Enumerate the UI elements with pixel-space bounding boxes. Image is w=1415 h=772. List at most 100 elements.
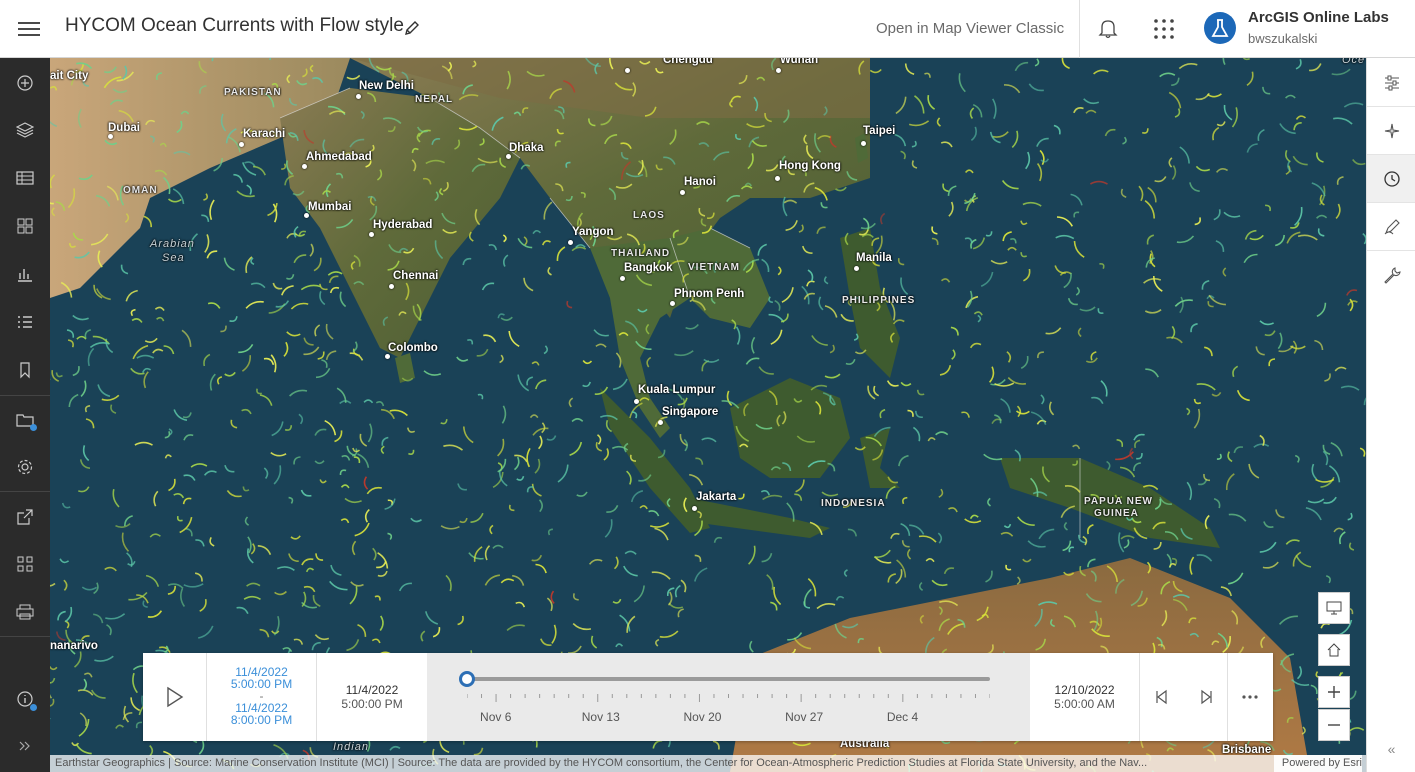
app-root: HYCOM Ocean Currents with Flow style Ope… [0, 0, 1415, 772]
chart-icon[interactable] [0, 251, 50, 297]
zoom-in-button[interactable] [1318, 676, 1350, 708]
city-dot [775, 176, 780, 181]
country-label: PHILIPPINES [842, 295, 916, 306]
city-label: New Delhi [359, 80, 414, 92]
settings-icon[interactable] [0, 444, 50, 490]
city-dot [625, 68, 630, 73]
expand-icon[interactable] [0, 723, 50, 769]
basemap-icon[interactable] [0, 203, 50, 249]
city-label: Hyderabad [373, 219, 433, 231]
city-dot [389, 284, 394, 289]
toolbar-divider [0, 491, 50, 492]
sea-label: Sea [162, 252, 185, 264]
city-label: Hanoi [684, 176, 716, 188]
time-icon[interactable] [1367, 155, 1415, 202]
country-label: NEPAL [415, 94, 454, 105]
country-label: PAKISTAN [224, 87, 282, 98]
country-label: GUINEA [1094, 508, 1139, 519]
next-button[interactable] [1184, 653, 1228, 741]
city-label: Hong Kong [779, 160, 841, 172]
open-classic-link[interactable]: Open in Map Viewer Classic [876, 20, 1064, 37]
city-dot [776, 68, 781, 73]
avatar[interactable] [1204, 12, 1236, 44]
more-options-button[interactable] [1228, 653, 1272, 741]
slider-start: 11/4/2022 5:00:00 PM [317, 653, 427, 741]
collapse-icon[interactable]: « [1367, 734, 1415, 764]
map-view[interactable]: ait City Dubai PAKISTAN Karachi OMAN New… [50, 58, 1366, 772]
city-label: Chennai [393, 270, 439, 282]
notification-dot [30, 704, 37, 711]
slider-track[interactable] [467, 677, 990, 681]
folder-icon[interactable] [0, 397, 50, 443]
tools-icon[interactable] [1367, 251, 1415, 298]
properties-icon[interactable] [1367, 59, 1415, 106]
country-label: OMAN [123, 185, 158, 196]
city-dot [356, 94, 361, 99]
org-name: ArcGIS Online Labs [1248, 9, 1389, 26]
info-icon[interactable] [0, 676, 50, 722]
city-label: Mumbai [308, 201, 352, 213]
city-dot [385, 354, 390, 359]
layers-icon[interactable] [0, 107, 50, 153]
time-slider: 11/4/2022 5:00:00 PM - 11/4/2022 8:00:00… [143, 653, 1273, 741]
sea-label: Indian [333, 741, 369, 753]
header-bar: HYCOM Ocean Currents with Flow style Ope… [0, 0, 1415, 58]
city-dot [620, 276, 625, 281]
previous-button[interactable] [1140, 653, 1184, 741]
table-icon[interactable] [0, 155, 50, 201]
monitor-icon [1326, 601, 1342, 615]
menu-icon[interactable] [18, 18, 40, 38]
slider-tick-label: Nov 20 [683, 710, 722, 724]
apps-icon[interactable] [0, 541, 50, 587]
city-label: Colombo [388, 342, 438, 354]
share-icon[interactable] [0, 494, 50, 540]
slider-start-date: 11/4/2022 [345, 683, 399, 697]
page-title: HYCOM Ocean Currents with Flow style [65, 15, 404, 36]
bookmark-icon[interactable] [0, 347, 50, 393]
user-name: bwszukalski [1248, 31, 1318, 46]
city-label: Karachi [243, 128, 286, 140]
slider-start-time: 5:00:00 PM [341, 697, 403, 711]
play-button[interactable] [143, 653, 207, 741]
zoom-out-button[interactable] [1318, 709, 1350, 741]
ellipsis-icon [1242, 695, 1258, 699]
screen-mode-button[interactable] [1318, 592, 1350, 624]
city-label: Ahmedabad [306, 151, 372, 163]
sea-label: Arabian [150, 238, 195, 250]
attribution-text: Earthstar Geographics | Source: Marine C… [55, 757, 1148, 769]
city-label: ait City [50, 70, 89, 82]
slider-track-area: Nov 6 Nov 13 Nov 20 Nov 27 Dec 4 [427, 653, 1030, 741]
city-dot [861, 141, 866, 146]
app-launcher-icon[interactable] [1153, 18, 1175, 40]
country-label: PAPUA NEW [1084, 496, 1153, 507]
print-icon[interactable] [0, 589, 50, 635]
city-dot [304, 213, 309, 218]
home-button[interactable] [1318, 634, 1350, 666]
sketch-icon[interactable] [1367, 203, 1415, 250]
city-dot [108, 134, 113, 139]
city-label: Dubai [108, 122, 140, 134]
slider-thumb[interactable] [459, 671, 475, 687]
add-icon[interactable] [0, 60, 50, 106]
toolbar-divider [0, 395, 50, 396]
play-icon [166, 686, 183, 708]
attribution-bar: Earthstar Geographics | Source: Marine C… [50, 755, 1366, 772]
left-toolbar [0, 58, 50, 772]
pencil-icon[interactable] [403, 19, 421, 37]
header-divider [1079, 0, 1080, 58]
city-dot [302, 164, 307, 169]
step-forward-icon [1200, 689, 1212, 705]
city-label: Dhaka [509, 142, 544, 154]
city-dot [568, 240, 573, 245]
slider-tick-label: Nov 27 [785, 710, 824, 724]
step-back-icon [1156, 689, 1167, 705]
slider-ticks [467, 694, 990, 702]
lab-flask-icon [1211, 19, 1229, 37]
city-dot [680, 190, 685, 195]
legend-icon[interactable] [0, 299, 50, 345]
powered-by-esri[interactable]: Powered by Esri [1273, 755, 1362, 772]
notification-bell-icon[interactable] [1097, 17, 1119, 39]
home-icon [1327, 643, 1341, 657]
effects-icon[interactable] [1367, 107, 1415, 154]
city-label: Singapore [662, 406, 719, 418]
